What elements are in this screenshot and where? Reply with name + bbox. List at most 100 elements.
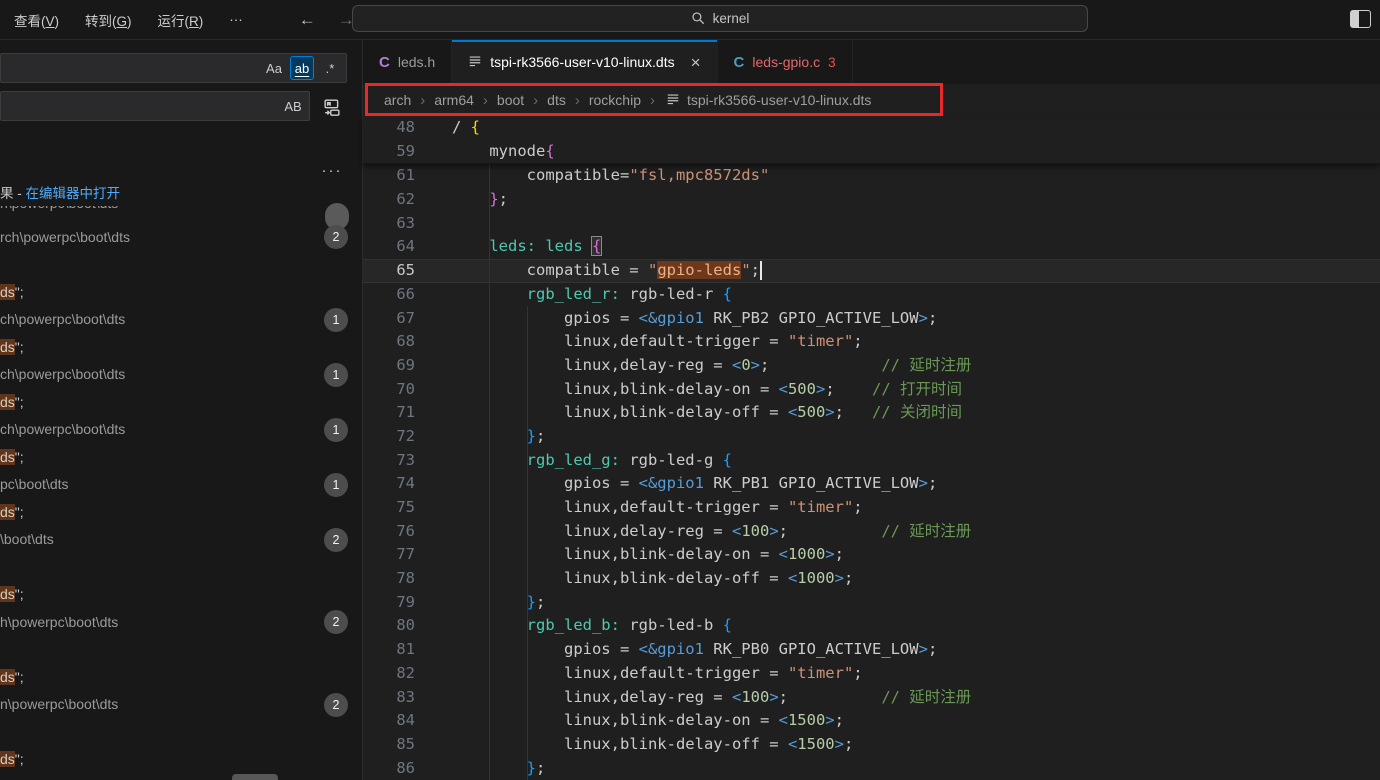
code-line[interactable]: 64 leds: leds { (363, 235, 1380, 259)
tab-label: leds.h (398, 54, 435, 70)
tab-leds.h[interactable]: Cleds.h (363, 40, 452, 84)
search-input[interactable]: Aa ab .* (0, 53, 347, 83)
search-results-message: 果 - 在编辑器中打开 (0, 182, 120, 202)
result-match-row[interactable]: ds"; (0, 581, 362, 609)
whole-word-toggle[interactable]: ab (290, 56, 314, 80)
result-file-row[interactable]: rch\powerpc\boot\dts2 (0, 223, 362, 251)
code-line[interactable]: 62 }; (363, 188, 1380, 212)
menu-item[interactable]: ··· (219, 7, 253, 32)
nav-back-button[interactable]: ← (299, 10, 316, 30)
code-line[interactable]: 78 linux,blink-delay-off = <1000>; (363, 567, 1380, 591)
match-case-toggle[interactable]: Aa (262, 56, 286, 80)
line-content: compatible="fsl,mpc8572ds" (452, 164, 1380, 188)
result-match-row[interactable]: ds"; (0, 388, 362, 416)
line-number: 65 (363, 260, 452, 282)
c-file-icon: C (379, 54, 390, 71)
line-number: 80 (363, 614, 452, 638)
result-match-row[interactable]: ds"; (0, 333, 362, 361)
code-line[interactable]: 63 (363, 212, 1380, 236)
command-center-search[interactable]: kernel (352, 5, 1088, 32)
code-line[interactable]: 71 linux,blink-delay-off = <500>; // 关闭时… (363, 401, 1380, 425)
code-line[interactable]: 84 linux,blink-delay-on = <1500>; (363, 709, 1380, 733)
sticky-code-line[interactable]: 48/ { (363, 116, 1380, 140)
code-line[interactable]: 77 linux,blink-delay-on = <1000>; (363, 543, 1380, 567)
replace-input[interactable]: AB (0, 91, 310, 121)
result-match-row[interactable]: ds"; (0, 498, 362, 526)
code-line[interactable]: 70 linux,blink-delay-on = <500>; // 打开时间 (363, 378, 1380, 402)
code-editor[interactable]: 48/ {59 mynode{ 61 compatible="fsl,mpc85… (363, 116, 1380, 780)
result-file-row[interactable]: pc\boot\dts1 (0, 471, 362, 499)
breadcrumb-item[interactable]: boot (495, 92, 526, 108)
code-line[interactable]: 68 linux,default-trigger = "timer"; (363, 330, 1380, 354)
tab-tspi-rk3566-user-v10-linux.dts[interactable]: tspi-rk3566-user-v10-linux.dts× (452, 40, 717, 84)
code-line[interactable]: 75 linux,default-trigger = "timer"; (363, 496, 1380, 520)
result-match-row[interactable]: ds"; (0, 746, 362, 774)
breadcrumb-item[interactable]: rockchip (587, 92, 643, 108)
code-line[interactable]: 66 rgb_led_r: rgb-led-r { (363, 283, 1380, 307)
line-content: }; (452, 591, 1380, 615)
code-line[interactable]: 76 linux,delay-reg = <100>; // 延时注册 (363, 520, 1380, 544)
indent-guide (489, 164, 490, 780)
menu-item[interactable]: 查看(V) (4, 5, 69, 35)
result-file-row[interactable]: ch\powerpc\boot\dts1 (0, 306, 362, 334)
code-line[interactable]: 67 gpios = <&gpio1 RK_PB2 GPIO_ACTIVE_LO… (363, 307, 1380, 331)
code-line[interactable]: 73 rgb_led_g: rgb-led-g { (363, 449, 1380, 473)
file-list-icon (666, 92, 680, 109)
code-line[interactable]: 74 gpios = <&gpio1 RK_PB1 GPIO_ACTIVE_LO… (363, 472, 1380, 496)
open-in-editor-link[interactable]: 在编辑器中打开 (26, 186, 121, 201)
code-area[interactable]: 61 compatible="fsl,mpc8572ds"62 };6364 l… (363, 164, 1380, 780)
breadcrumb-item[interactable]: arm64 (432, 92, 476, 108)
result-file-row[interactable]: ch\powerpc\boot\dts1 (0, 416, 362, 444)
code-line[interactable]: 79 }; (363, 591, 1380, 615)
line-number: 72 (363, 425, 452, 449)
line-number: 48 (363, 116, 452, 140)
result-file-row[interactable]: \boot\dts2 (0, 526, 362, 554)
toggle-search-details-button[interactable]: ··· (316, 162, 348, 179)
line-content: rgb_led_b: rgb-led-b { (452, 614, 1380, 638)
result-file-row[interactable]: n\powerpc\boot\dts2 (0, 691, 362, 719)
line-content: }; (452, 425, 1380, 449)
breadcrumb-file[interactable]: tspi-rk3566-user-v10-linux.dts (666, 92, 871, 109)
search-sidebar: Aa ab .* AB ··· 果 - 在编辑器中打开 h\powerpc\bo… (0, 40, 363, 780)
breadcrumb-item[interactable]: arch (382, 92, 413, 108)
match-count-badge: 2 (324, 225, 348, 249)
menu-item[interactable]: 转到(G) (75, 5, 142, 35)
code-line[interactable]: 86 }; (363, 757, 1380, 780)
breadcrumb-separator-icon: › (420, 92, 425, 109)
breadcrumb-file-name: tspi-rk3566-user-v10-linux.dts (687, 92, 871, 108)
result-match-row[interactable]: ds"; (0, 278, 362, 306)
line-number: 62 (363, 188, 452, 212)
line-content: rgb_led_r: rgb-led-r { (452, 283, 1380, 307)
preserve-case-toggle[interactable]: AB (281, 94, 305, 118)
code-line[interactable]: 81 gpios = <&gpio1 RK_PB0 GPIO_ACTIVE_LO… (363, 638, 1380, 662)
tab-leds-gpio.c[interactable]: Cleds-gpio.c3 (718, 40, 853, 84)
line-number: 79 (363, 591, 452, 615)
result-match-row[interactable]: ds"; (0, 443, 362, 471)
tab-close-icon[interactable]: × (691, 54, 701, 71)
match-count-badge: 1 (324, 363, 348, 387)
breadcrumb[interactable]: arch›arm64›boot›dts›rockchip›tspi-rk3566… (363, 84, 1380, 116)
sticky-code-line[interactable]: 59 mynode{ (363, 140, 1380, 164)
result-file-row[interactable]: ch\powerpc\boot\dts1 (0, 361, 362, 389)
match-count-badge: 1 (324, 418, 348, 442)
code-line[interactable]: 72 }; (363, 425, 1380, 449)
replace-all-button[interactable] (320, 95, 344, 119)
line-content: linux,blink-delay-on = <1500>; (452, 709, 1380, 733)
layout-sidebar-icon[interactable] (1350, 10, 1371, 28)
code-line[interactable]: 61 compatible="fsl,mpc8572ds" (363, 164, 1380, 188)
regex-toggle[interactable]: .* (318, 56, 342, 80)
code-line[interactable]: 82 linux,default-trigger = "timer"; (363, 662, 1380, 686)
menu-item[interactable]: 运行(R) (148, 5, 214, 35)
code-line[interactable]: 83 linux,delay-reg = <100>; // 延时注册 (363, 686, 1380, 710)
result-file-row[interactable]: h\powerpc\boot\dts2 (0, 608, 362, 636)
code-line[interactable]: 80 rgb_led_b: rgb-led-b { (363, 614, 1380, 638)
breadcrumb-item[interactable]: dts (545, 92, 568, 108)
line-content (452, 212, 1380, 236)
code-line[interactable]: 85 linux,blink-delay-off = <1500>; (363, 733, 1380, 757)
code-line[interactable]: 65 compatible = "gpio-leds"; (363, 259, 1380, 283)
results-hscrollbar-thumb[interactable] (232, 774, 278, 780)
code-line[interactable]: 69 linux,delay-reg = <0>; // 延时注册 (363, 354, 1380, 378)
result-row-offscreen (0, 251, 362, 279)
result-match-row[interactable]: ds"; (0, 663, 362, 691)
breadcrumb-separator-icon: › (483, 92, 488, 109)
